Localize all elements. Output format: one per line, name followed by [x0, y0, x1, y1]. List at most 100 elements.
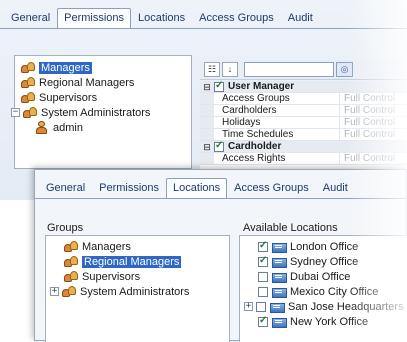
user-icon [35, 121, 50, 134]
location-label: New York Office [290, 315, 369, 328]
tab-access-groups[interactable]: Access Groups [192, 8, 281, 28]
locations-tree[interactable]: London Office Sydney Office Dubai Office… [239, 235, 407, 342]
location-item-mexico-city[interactable]: Mexico City Office [258, 284, 405, 299]
tree-item-regional-managers[interactable]: Regional Managers [64, 254, 225, 269]
location-checkbox[interactable] [258, 255, 268, 267]
category-label: Cardholder [228, 141, 282, 152]
property-name: Holidays [214, 117, 340, 128]
grid-category-user-manager[interactable]: ⊟ User Manager [200, 81, 407, 93]
tree-item-label: Regional Managers [39, 76, 135, 89]
grid-row[interactable]: Holidays Full Control [200, 117, 407, 129]
tab-permissions[interactable]: Permissions [57, 8, 132, 28]
building-icon [270, 302, 285, 313]
collapse-toggle-icon[interactable]: ⊟ [200, 141, 214, 152]
property-name: Access Groups [214, 93, 340, 104]
tree-item-supervisors[interactable]: Supervisors [21, 90, 185, 105]
tree-item-label: System Administrators [41, 106, 151, 119]
group-icon [21, 92, 36, 103]
location-checkbox[interactable] [258, 240, 268, 252]
property-value[interactable]: Full Control [340, 129, 395, 140]
grid-row[interactable]: Access Groups Full Control [200, 93, 407, 105]
row-gutter [200, 105, 214, 116]
grid-row[interactable]: Time Schedules Full Control [200, 129, 407, 141]
row-gutter [200, 129, 214, 140]
tab-locations[interactable]: Locations [166, 178, 228, 198]
tree-item-system-administrators[interactable]: + System Administrators [50, 284, 225, 299]
sort-alpha-icon[interactable]: ↓ [222, 62, 238, 77]
row-gutter [200, 117, 214, 128]
property-grid-toolbar: ☷ ↓ ◎ [200, 60, 407, 80]
location-item-dubai[interactable]: Dubai Office [258, 269, 405, 284]
tab-audit[interactable]: Audit [316, 178, 355, 198]
tree-item-admin[interactable]: admin [35, 120, 185, 135]
search-icon[interactable]: ◎ [336, 62, 353, 77]
locations-window: General Permissions Locations Access Gro… [34, 169, 407, 342]
location-checkbox[interactable] [256, 301, 266, 312]
grid-row[interactable]: Access Rights Full Control [200, 153, 407, 165]
collapse-toggle-icon[interactable]: − [11, 108, 20, 117]
location-item-new-york[interactable]: New York Office [258, 314, 405, 329]
grid-search-input[interactable] [244, 62, 334, 77]
category-checkbox[interactable] [214, 81, 224, 92]
grid-category-cardholder[interactable]: ⊟ Cardholder [200, 140, 407, 153]
expand-toggle-icon[interactable]: + [244, 302, 253, 311]
role-tree[interactable]: Managers Regional Managers Supervisors −… [11, 55, 192, 169]
tree-item-managers[interactable]: Managers [21, 60, 185, 75]
location-checkbox[interactable] [258, 271, 268, 282]
tree-item-label: Regional Managers [82, 255, 182, 268]
tab-divider [0, 28, 407, 29]
expand-toggle-icon[interactable]: + [50, 287, 59, 296]
location-item-sydney[interactable]: Sydney Office [258, 254, 405, 269]
property-grid: ⊟ User Manager Access Groups Full Contro… [200, 81, 407, 171]
building-icon [272, 242, 287, 253]
groups-heading: Groups [47, 222, 84, 234]
location-checkbox[interactable] [258, 286, 268, 297]
building-icon [272, 272, 287, 283]
location-item-san-jose[interactable]: + San Jose Headquarters [244, 299, 405, 314]
group-icon [64, 256, 79, 267]
location-checkbox[interactable] [258, 315, 268, 327]
location-item-london[interactable]: London Office [258, 239, 405, 254]
categorized-view-icon[interactable]: ☷ [204, 62, 220, 77]
tree-item-supervisors[interactable]: Supervisors [64, 269, 225, 284]
tab-access-groups[interactable]: Access Groups [227, 178, 316, 198]
tab-general[interactable]: General [4, 8, 57, 28]
building-icon [272, 317, 287, 328]
available-locations-heading: Available Locations [243, 222, 338, 234]
property-value[interactable]: Full Control [340, 153, 395, 164]
tree-item-label: admin [53, 121, 83, 134]
property-name: Cardholders [214, 105, 340, 116]
back-tab-strip: General Permissions Locations Access Gro… [4, 6, 320, 28]
tree-item-label: Supervisors [39, 91, 98, 104]
grid-row[interactable]: Cardholders Full Control [200, 105, 407, 117]
group-icon [21, 77, 36, 88]
group-icon [21, 62, 36, 73]
tree-item-label: Managers [82, 240, 131, 253]
tab-audit[interactable]: Audit [281, 8, 320, 28]
tab-permissions[interactable]: Permissions [92, 178, 166, 198]
property-name: Access Rights [214, 153, 340, 164]
location-label: Sydney Office [290, 255, 359, 268]
building-icon [272, 257, 287, 268]
tab-divider [35, 198, 406, 199]
tree-item-label: Supervisors [82, 270, 141, 283]
category-label: User Manager [228, 81, 295, 92]
row-gutter [200, 93, 214, 104]
group-icon [23, 107, 38, 118]
property-value[interactable]: Full Control [340, 117, 395, 128]
collapse-toggle-icon[interactable]: ⊟ [200, 81, 214, 92]
tree-item-regional-managers[interactable]: Regional Managers [21, 75, 185, 90]
property-value[interactable]: Full Control [340, 105, 395, 116]
tab-general[interactable]: General [39, 178, 92, 198]
building-icon [272, 287, 287, 298]
tree-item-system-administrators[interactable]: − System Administrators [11, 105, 185, 120]
group-icon [64, 271, 79, 282]
property-value[interactable]: Full Control [340, 93, 395, 104]
tree-item-managers[interactable]: Managers [64, 239, 225, 254]
group-icon [64, 241, 79, 252]
location-label: Mexico City Office [290, 285, 379, 298]
tab-locations[interactable]: Locations [131, 8, 192, 28]
groups-tree[interactable]: Managers Regional Managers Supervisors +… [45, 235, 230, 342]
tree-item-label: Managers [39, 61, 92, 74]
category-checkbox[interactable] [214, 140, 224, 152]
